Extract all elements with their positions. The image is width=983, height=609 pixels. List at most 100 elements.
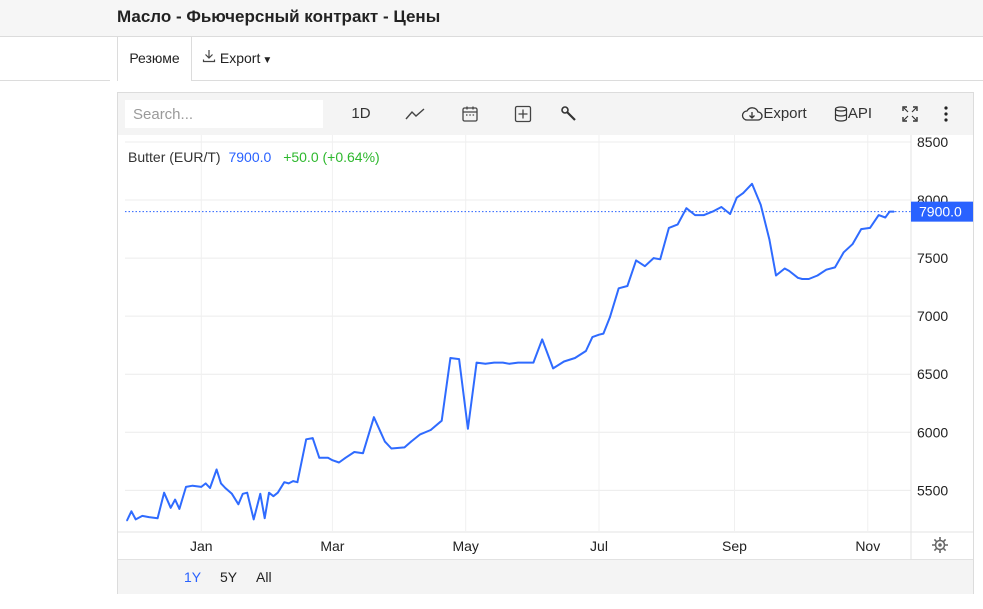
data-point xyxy=(574,357,576,359)
data-point xyxy=(860,228,863,230)
data-point xyxy=(200,486,203,488)
data-point xyxy=(318,457,321,459)
data-point xyxy=(373,416,375,418)
data-point xyxy=(246,491,248,494)
data-point xyxy=(563,360,565,363)
data-point xyxy=(283,481,286,484)
series-line xyxy=(126,182,894,521)
export-menu-label: Export xyxy=(219,50,261,66)
api-button-label: API xyxy=(847,105,873,122)
data-point xyxy=(419,433,421,436)
export-button[interactable]: Export xyxy=(738,101,810,127)
data-point xyxy=(252,518,255,521)
tab-bar: Резюме Export ▼ xyxy=(117,37,983,81)
data-point xyxy=(742,192,745,194)
data-point xyxy=(272,495,275,497)
data-point xyxy=(390,447,393,450)
data-point xyxy=(797,277,799,279)
data-point xyxy=(130,510,133,513)
data-point xyxy=(775,274,777,277)
data-point xyxy=(526,361,528,364)
x-tick-label: Sep xyxy=(722,538,747,554)
data-point xyxy=(263,517,266,520)
chart-grid xyxy=(125,135,911,531)
more-icon[interactable] xyxy=(936,101,956,127)
range-1y-button[interactable]: 1Y xyxy=(184,569,201,585)
data-point xyxy=(541,338,543,341)
y-tick-label: 7000 xyxy=(917,308,948,324)
data-point xyxy=(276,491,279,494)
data-point xyxy=(475,361,478,364)
data-point xyxy=(259,493,262,495)
line-chart-icon[interactable] xyxy=(402,101,428,127)
data-point xyxy=(735,196,738,199)
y-tick-label: 6000 xyxy=(917,424,948,440)
data-point xyxy=(209,487,211,489)
data-point xyxy=(720,206,723,208)
y-tick-label: 7500 xyxy=(917,250,948,266)
interval-button[interactable]: 1D xyxy=(346,101,376,127)
data-point xyxy=(585,350,587,352)
data-point xyxy=(403,446,406,449)
data-point xyxy=(169,506,172,509)
data-point xyxy=(231,493,233,495)
calendar-icon[interactable] xyxy=(457,101,483,127)
add-indicator-icon[interactable] xyxy=(510,101,536,127)
data-point xyxy=(591,336,594,338)
data-point xyxy=(156,517,159,520)
data-point xyxy=(602,332,605,335)
data-point xyxy=(759,203,762,206)
wrench-icon[interactable] xyxy=(556,101,582,127)
range-selector: 1Y 5Y All xyxy=(118,559,973,594)
y-tick-label: 5500 xyxy=(917,482,948,498)
price-badge: 7900.0 xyxy=(911,201,973,222)
data-point xyxy=(220,482,222,485)
tab-summary[interactable]: Резюме xyxy=(117,37,192,81)
data-point xyxy=(449,357,452,359)
fullscreen-icon[interactable] xyxy=(898,101,922,127)
caret-down-icon: ▼ xyxy=(262,55,273,66)
data-point xyxy=(711,210,714,213)
data-point xyxy=(174,498,176,501)
data-point xyxy=(609,316,611,319)
data-point xyxy=(893,210,895,213)
time-axis: Jan Mar May Jul Sep Nov xyxy=(190,538,880,554)
settings-gear-icon[interactable] xyxy=(932,537,948,553)
range-all-button[interactable]: All xyxy=(256,569,272,585)
y-tick-label: 6500 xyxy=(917,366,948,382)
data-point xyxy=(532,361,535,364)
chart-widget: 1D Export API 55006000650070007500800085 xyxy=(117,92,974,594)
price-chart[interactable]: 5500600065007000750080008500 Jan Mar May Ju… xyxy=(118,135,973,559)
database-icon xyxy=(834,105,848,122)
data-point xyxy=(694,214,696,216)
data-point xyxy=(467,428,469,430)
chart-toolbar: 1D Export API xyxy=(118,93,973,135)
data-point xyxy=(788,270,790,272)
data-point xyxy=(311,437,314,439)
data-point xyxy=(384,440,386,443)
data-point xyxy=(668,227,670,229)
data-point xyxy=(685,207,688,209)
data-point xyxy=(851,243,854,245)
export-menu-button[interactable]: Export ▼ xyxy=(202,37,272,80)
data-point xyxy=(834,266,836,269)
api-button[interactable]: API xyxy=(830,101,876,127)
data-point xyxy=(148,516,150,518)
data-point xyxy=(626,285,629,287)
series-points xyxy=(126,182,895,522)
data-point xyxy=(703,214,705,216)
legend-last-value: 7900.0 xyxy=(228,149,271,165)
legend-symbol: Butter (EUR/T) xyxy=(128,149,221,165)
range-5y-button[interactable]: 5Y xyxy=(220,569,237,585)
data-point xyxy=(242,493,244,495)
symbol-search-input[interactable] xyxy=(125,100,323,128)
y-tick-label: 8500 xyxy=(917,135,948,150)
data-point xyxy=(204,482,207,485)
data-point xyxy=(801,278,804,280)
data-point xyxy=(552,367,554,370)
data-point xyxy=(344,457,347,459)
data-point xyxy=(440,419,443,422)
data-point xyxy=(659,258,661,261)
data-point xyxy=(134,518,137,521)
x-tick-label: Jan xyxy=(190,538,213,554)
